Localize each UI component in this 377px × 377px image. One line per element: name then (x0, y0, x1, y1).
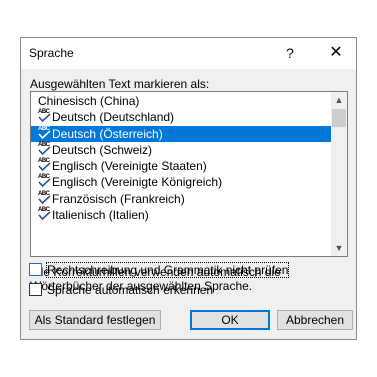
scroll-up-arrow-icon[interactable]: ▲ (331, 92, 347, 108)
no-proofing-checkbox-row[interactable]: Rechtschreibung und Grammatik nicht prüf… (29, 262, 290, 279)
language-listbox[interactable]: Chinesisch (China) ABC Deutsch (Deutschlan… (30, 91, 348, 257)
list-item-label: Italienisch (Italien) (52, 208, 149, 223)
title-bar: Sprache ? ✕ (21, 38, 356, 69)
set-default-button[interactable]: Als Standard festlegen (29, 310, 161, 330)
list-item[interactable]: ABC Französisch (Frankreich) (31, 191, 332, 207)
scroll-down-arrow-icon[interactable]: ▼ (331, 240, 347, 256)
vertical-scrollbar[interactable]: ▲ ▼ (331, 92, 347, 256)
list-item[interactable]: Chinesisch (China) (31, 93, 332, 109)
list-label: Ausgewählten Text markieren als: (30, 77, 210, 91)
cancel-button[interactable]: Abbrechen (277, 310, 353, 330)
spellcheck-icon: ABC (38, 109, 51, 123)
list-item[interactable]: ABC Italienisch (Italien) (31, 207, 332, 223)
list-item-label: Deutsch (Schweiz) (52, 142, 153, 157)
ok-button[interactable]: OK (190, 310, 270, 330)
list-item[interactable]: ABC Deutsch (Deutschland) (31, 109, 332, 125)
spellcheck-icon: ABC (38, 158, 51, 172)
help-button[interactable]: ? (275, 41, 305, 65)
close-button[interactable]: ✕ (321, 41, 351, 65)
spellcheck-icon: ABC (38, 207, 51, 221)
no-proofing-checkbox[interactable] (29, 263, 42, 277)
dialog-title: Sprache (29, 46, 74, 60)
language-items: Chinesisch (China) ABC Deutsch (Deutschlan… (31, 93, 332, 223)
list-item-label: Chinesisch (China) (38, 94, 140, 108)
list-item-label: Deutsch (Österreich) (52, 126, 163, 141)
language-dialog: Sprache ? ✕ Ausgewählten Text markieren … (20, 37, 357, 340)
list-item[interactable]: ABC Deutsch (Schweiz) (31, 142, 332, 158)
list-item[interactable]: ABC Englisch (Vereinigte Königreich) (31, 174, 332, 190)
list-item-label: Englisch (Vereinigte Staaten) (52, 159, 207, 174)
autodetect-checkbox-row[interactable]: Sprache automatisch erkennen (29, 283, 213, 299)
list-item[interactable]: ABC Deutsch (Österreich) (31, 125, 332, 142)
scroll-thumb[interactable] (332, 109, 346, 127)
autodetect-label: Sprache automatisch erkennen (47, 283, 214, 297)
spellcheck-icon: ABC (38, 174, 51, 188)
spellcheck-icon: ABC (38, 191, 51, 205)
spellcheck-icon: ABC (38, 126, 51, 140)
autodetect-checkbox[interactable] (29, 283, 42, 297)
list-item-label: Deutsch (Deutschland) (52, 110, 175, 125)
spellcheck-icon: ABC (38, 142, 51, 156)
list-item-label: Französisch (Frankreich) (52, 191, 185, 206)
list-item-label: Englisch (Vereinigte Königreich) (52, 175, 223, 190)
list-item[interactable]: ABC Englisch (Vereinigte Staaten) (31, 158, 332, 174)
no-proofing-label: Rechtschreibung und Grammatik nicht prüf… (45, 262, 290, 278)
